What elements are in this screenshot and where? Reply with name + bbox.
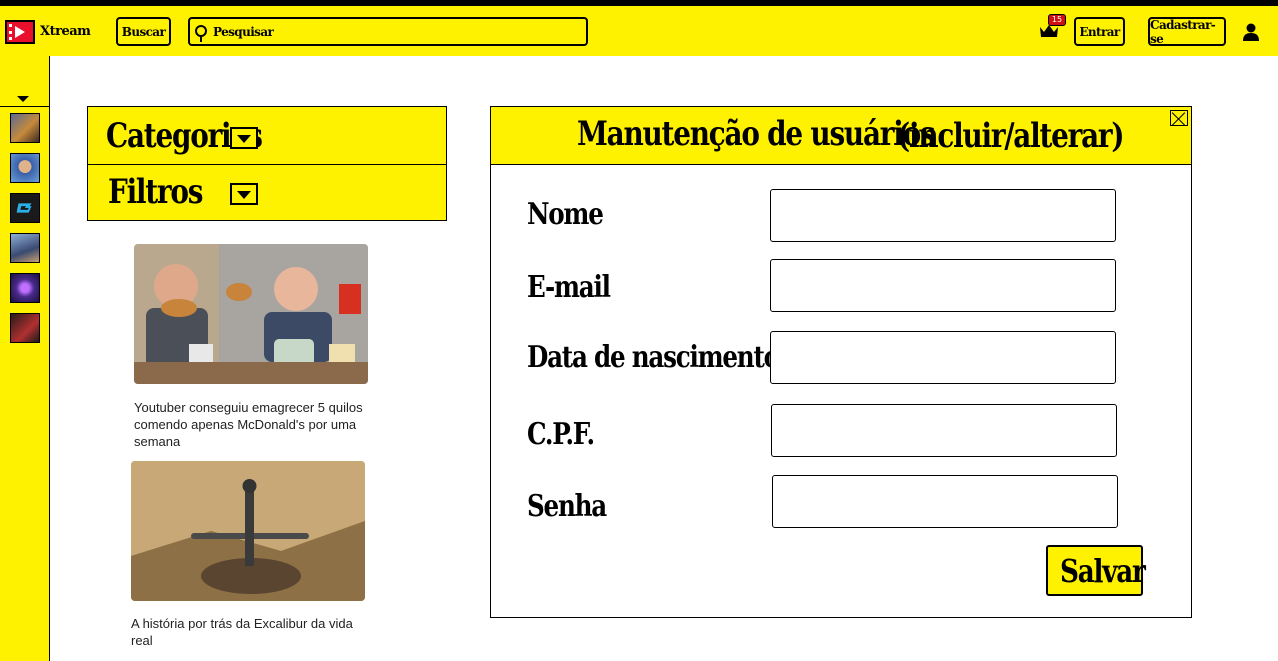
channel-avatar[interactable] [10,153,40,183]
film-strip-icon [9,24,12,40]
search-input[interactable] [213,22,583,42]
dialog-subtitle: (incluir/alterar) [897,116,1125,156]
filters-label: Filtros [108,172,203,212]
dialog-title: Manutenção de usuários [577,114,936,154]
channel-avatar[interactable] [10,273,40,303]
news-image [131,461,365,601]
categories-dropdown-icon[interactable] [230,127,258,149]
channel-logo-icon [16,203,32,213]
news-image [134,244,368,384]
login-button[interactable]: Entrar [1074,17,1125,46]
user-form-dialog: Manutenção de usuários (incluir/alterar)… [490,106,1192,618]
location-pin-icon [195,25,207,42]
email-field[interactable] [770,259,1116,312]
categories-row[interactable]: Categorias [88,107,446,165]
header-bar: Xtream Buscar 15 Entrar Cadastrar-se [0,6,1278,56]
save-button-label: Salvar [1060,552,1146,590]
close-icon[interactable] [1170,110,1188,126]
field-label-cpf: C.P.F. [527,417,595,452]
birthdate-field[interactable] [770,331,1116,384]
name-field[interactable] [770,189,1116,242]
channel-sidebar [0,56,50,661]
cpf-field[interactable] [771,404,1117,457]
filters-row[interactable]: Filtros [88,165,446,221]
news-caption[interactable]: A história por trás da Excalibur da vida… [131,615,371,649]
filter-panel: Categorias Filtros [87,106,447,221]
channel-avatar[interactable] [10,193,40,223]
field-label-name: Nome [527,197,604,232]
sidebar-divider [0,106,50,107]
logo-text[interactable]: Xtream [40,24,91,39]
field-label-email: E-mail [527,270,611,305]
news-thumbnail[interactable] [131,461,365,601]
save-button[interactable]: Salvar [1046,545,1146,596]
expand-caret-icon[interactable] [17,96,29,102]
logo-icon[interactable] [5,20,35,44]
field-label-birthdate: Data de nascimento [527,340,780,375]
password-field[interactable] [772,475,1118,528]
field-label-password: Senha [527,489,607,524]
news-caption[interactable]: Youtuber conseguiu emagrecer 5 quilos co… [134,399,374,450]
channel-avatar[interactable] [10,113,40,143]
channel-avatar[interactable] [10,233,40,263]
notification-badge: 15 [1048,14,1066,26]
dialog-header: Manutenção de usuários (incluir/alterar) [491,107,1191,165]
search-button[interactable]: Buscar [116,17,171,46]
signup-button[interactable]: Cadastrar-se [1148,17,1226,46]
search-box[interactable] [188,17,588,46]
channel-avatar[interactable] [10,313,40,343]
news-thumbnail[interactable] [134,244,368,384]
play-icon [15,26,25,38]
user-icon[interactable] [1242,22,1260,42]
filters-dropdown-icon[interactable] [230,183,258,205]
